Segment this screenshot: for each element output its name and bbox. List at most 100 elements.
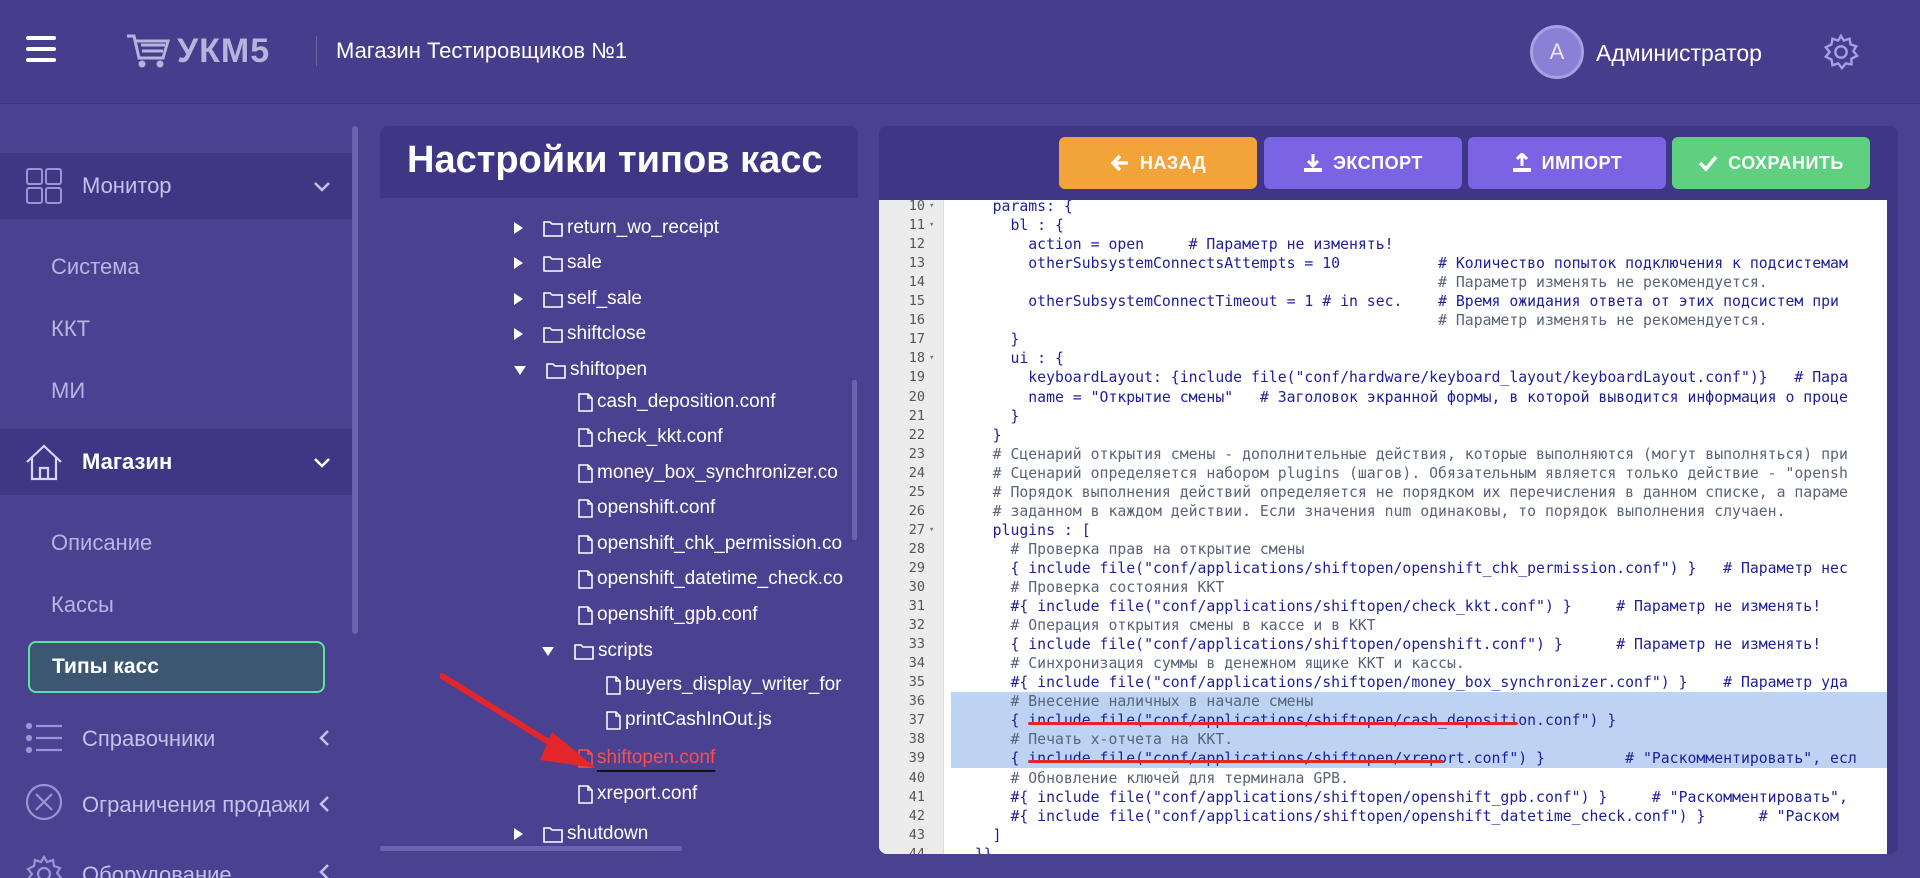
code-text: # Проверка прав на открытие смены [957,540,1305,558]
menu-icon[interactable] [26,36,56,62]
tree-folder[interactable]: shiftopen [514,354,647,386]
tree-file[interactable]: check_kkt.conf [578,421,723,453]
line-number: 16 [908,312,925,329]
file-icon [606,675,621,695]
grid-icon [26,168,62,204]
line-number: 42 [908,807,925,824]
logo[interactable]: УКМ5 [125,30,270,72]
tree-item-label: openshift_chk_permission.co [597,533,843,554]
fold-toggle-icon[interactable]: ▾ [929,349,934,368]
tree-file[interactable]: openshift.conf [578,492,715,524]
sidebar-scrollbar[interactable] [352,126,358,634]
code-line: 10 ▾ params: { [879,200,1887,216]
code-line: 20 name = "Открытие смены" # Заголовок э… [879,388,1887,407]
line-number: 19 [908,369,925,386]
code-text: # Сценарий открытия смены - дополнительн… [957,445,1848,463]
tree-item-label: check_kkt.conf [597,426,723,447]
page-title: Настройки типов касс [407,139,823,181]
code-line: 16 # Параметр изменять не рекомендуется. [879,311,1887,330]
tree-file[interactable]: buyers_display_writer_for [606,669,842,701]
sidebar-item-mi[interactable]: МИ [51,378,85,404]
tree-folder[interactable]: scripts [542,635,653,667]
tree-item-label: shiftopen [570,359,648,380]
sidebar-section-sale-limits[interactable]: Ограничения продажи [0,774,352,834]
code-text: { include file("conf/applications/shifto… [957,750,1857,768]
code-line: 22 } [879,426,1887,445]
tree-file[interactable]: printCashInOut.js [606,704,772,736]
code-editor-scrollbar[interactable] [1887,200,1898,854]
tree-folder[interactable]: shiftclose [514,318,646,350]
caret-right-icon[interactable] [514,257,523,269]
code-text: #{ include file("conf/applications/shift… [957,807,1839,825]
fold-toggle-icon[interactable]: ▾ [929,200,934,216]
tree-item-label: shiftopen.conf [597,747,716,768]
store-name[interactable]: Магазин Тестировщиков №1 [336,38,627,64]
tree-vertical-scrollbar[interactable] [852,380,857,540]
code-text: #{ include file("conf/applications/shift… [957,674,1848,692]
code-text: # Параметр изменять не рекомендуется. [957,274,1768,292]
caret-right-icon[interactable] [514,222,523,234]
gear-icon[interactable] [1822,33,1860,71]
line-number: 34 [908,655,925,672]
line-number: 37 [908,712,925,729]
tree-file[interactable]: openshift_datetime_check.co [578,563,843,595]
tree-file[interactable]: openshift_chk_permission.co [578,528,842,560]
code-text: # Сценарий определяется набором plugins … [957,464,1848,482]
caret-right-icon[interactable] [514,328,523,340]
line-number: 29 [908,559,925,576]
sidebar-section-equipment[interactable]: Оборудование [0,840,352,878]
tree-file[interactable]: money_box_synchronizer.co [578,457,838,489]
code-line: 19 keyboardLayout: {include file("conf/h… [879,368,1887,387]
tree-file[interactable]: cash_deposition.conf [578,386,776,418]
fold-toggle-icon[interactable]: ▾ [929,216,934,235]
code-text: # Внесение наличных в начале смены [957,693,1314,711]
tree-item-label: shutdown [567,823,649,844]
code-text: { include file("conf/applications/shifto… [957,712,1617,730]
caret-right-icon[interactable] [514,828,523,840]
code-editor[interactable]: 10 ▾ params: {11 ▾ bl : {12 action = open … [879,200,1887,854]
folder-icon [543,255,563,272]
caret-right-icon[interactable] [514,293,523,305]
tree-folder[interactable]: sale [514,247,602,279]
user-name[interactable]: Администратор [1596,40,1762,67]
sidebar-section-monitor[interactable]: Монитор [0,153,352,219]
code-line: 40 # Обновление ключей для терминала GPB… [879,769,1887,788]
export-button[interactable]: ЭКСПОРТ [1264,137,1462,189]
code-line: 39 { include file("conf/applications/shi… [909,749,1887,769]
line-number: 40 [908,769,925,786]
code-text: }} [957,845,993,854]
tree-folder[interactable]: self_sale [514,283,642,315]
code-line: 29 { include file("conf/applications/shi… [879,559,1887,578]
sidebar-item-description[interactable]: Описание [51,530,152,556]
code-line: 28 # Проверка прав на открытие смены [879,540,1887,559]
save-button[interactable]: СОХРАНИТЬ [1672,137,1870,189]
code-line: 30 # Проверка состояния ККТ [879,578,1887,597]
code-text: action = open # Параметр не изменять! [957,236,1394,254]
caret-down-icon[interactable] [542,646,554,656]
file-icon [606,710,621,730]
chevron-down-icon [314,182,330,192]
line-number: 23 [908,445,925,462]
line-number: 36 [908,693,925,710]
top-header: УКМ5 Магазин Тестировщиков №1 А Админист… [0,0,1920,104]
tree-folder[interactable]: return_wo_receipt [514,212,719,244]
sidebar-section-directories[interactable]: Справочники [0,708,352,768]
sidebar-item-cashbox-types[interactable]: Типы касс [28,641,325,693]
line-number: 39 [908,750,925,767]
import-button[interactable]: ИМПОРТ [1468,137,1666,189]
sidebar-section-shop[interactable]: Магазин [0,429,352,495]
tree-file[interactable]: openshift_gpb.conf [578,599,758,631]
tree-file[interactable]: xreport.conf [578,778,697,810]
sidebar-item-cashboxes[interactable]: Кассы [51,592,114,618]
caret-down-icon[interactable] [514,365,526,375]
back-button[interactable]: НАЗАД [1059,137,1257,189]
sidebar-item-kkt[interactable]: ККТ [51,316,90,342]
code-text: # Синхронизация суммы в денежном ящике К… [957,655,1465,673]
code-text: # Проверка состояния ККТ [957,579,1225,596]
avatar[interactable]: А [1530,25,1584,79]
sidebar-item-system[interactable]: Система [51,254,140,280]
tree-horizontal-scrollbar[interactable] [380,846,682,851]
code-line: 25 # Порядок выполнения действий определ… [879,483,1887,502]
fold-toggle-icon[interactable]: ▾ [929,521,934,540]
code-text: ] [957,826,1002,844]
